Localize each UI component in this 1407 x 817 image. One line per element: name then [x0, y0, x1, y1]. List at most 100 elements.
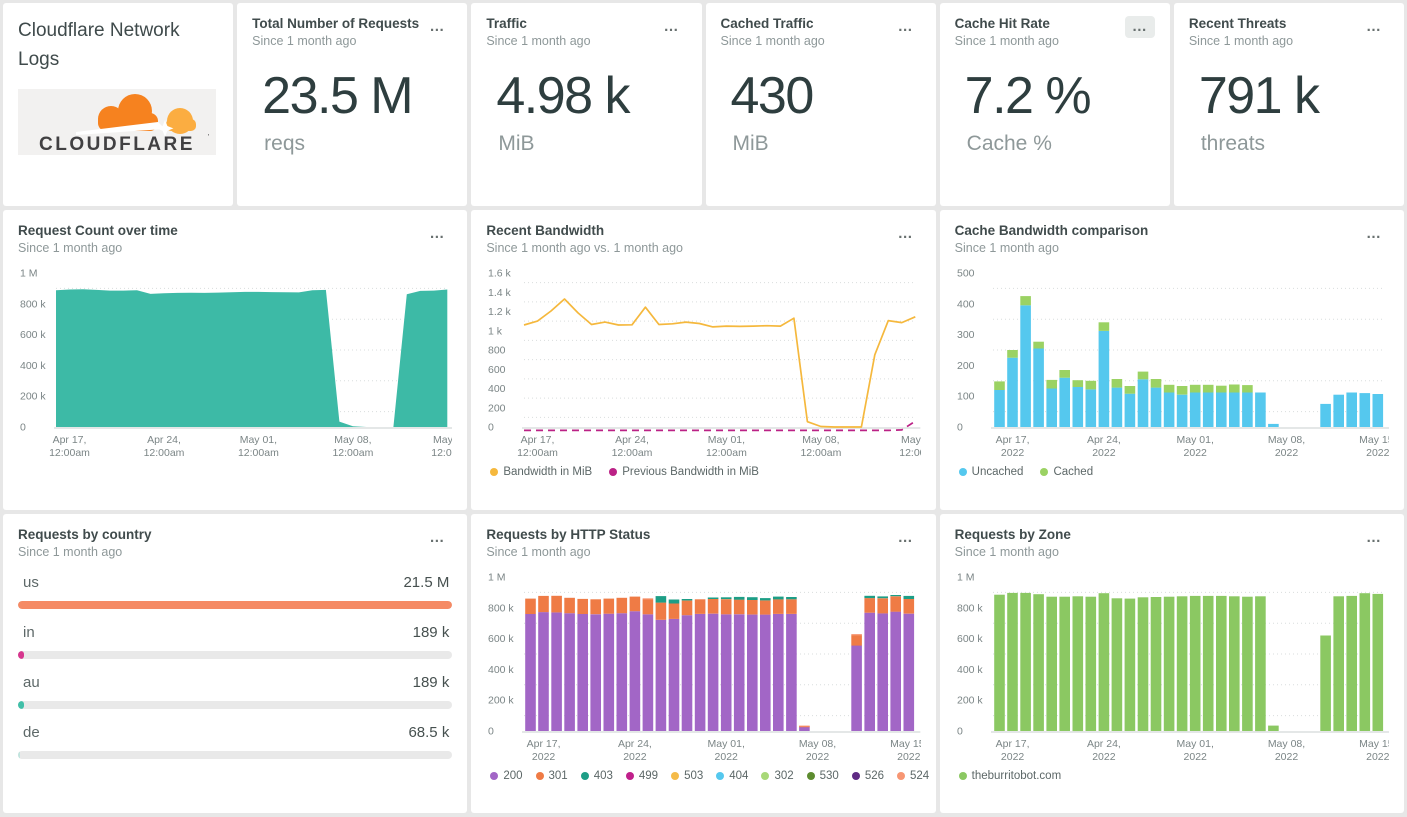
legend-item[interactable]: Previous Bandwidth in MiB: [609, 466, 759, 478]
svg-text:2022: 2022: [1366, 447, 1389, 459]
more-menu-icon[interactable]: …: [891, 223, 921, 245]
card-title: Cache Hit Rate: [954, 16, 1050, 31]
card-title: Cache Bandwidth comparison: [954, 223, 1149, 238]
svg-text:May 01,: May 01,: [240, 434, 277, 446]
svg-text:0: 0: [488, 422, 494, 434]
stat-value: 7.2 %: [964, 67, 1092, 125]
svg-text:400 k: 400 k: [488, 664, 514, 676]
svg-text:May 08,: May 08,: [1267, 434, 1304, 446]
card-cached-traffic: Cached Traffic Since 1 month ago … 430 M…: [705, 3, 936, 206]
chart-legend: Uncached Cached: [955, 466, 1389, 478]
svg-text:1.4 k: 1.4 k: [488, 287, 512, 299]
card-traffic: Traffic Since 1 month ago … 4.98 k MiB: [471, 3, 702, 206]
svg-text:Apr 17,: Apr 17,: [521, 434, 555, 446]
svg-text:12:00am: 12:00am: [517, 447, 558, 459]
legend-label: theburritobot.com: [971, 770, 1062, 782]
cloudflare-logo: CLOUDFLARE ': [18, 88, 216, 155]
more-menu-icon[interactable]: …: [1359, 16, 1389, 38]
legend-item[interactable]: 302: [761, 770, 794, 782]
legend-item[interactable]: Uncached: [958, 466, 1023, 478]
svg-text:2022: 2022: [1366, 751, 1389, 763]
more-menu-icon[interactable]: …: [1359, 527, 1389, 549]
svg-text:May 01,: May 01,: [1176, 738, 1213, 750]
svg-text:0: 0: [20, 422, 26, 434]
legend-item[interactable]: Bandwidth in MiB: [490, 466, 592, 478]
svg-text:800 k: 800 k: [488, 602, 514, 614]
more-menu-icon[interactable]: …: [891, 527, 921, 549]
legend-item[interactable]: 526: [851, 770, 884, 782]
card-subtitle: Since 1 month ago: [486, 34, 591, 48]
more-menu-icon[interactable]: …: [1124, 16, 1155, 38]
svg-text:1.2 k: 1.2 k: [488, 306, 512, 318]
country-row: us 21.5 M: [18, 574, 453, 609]
svg-text:1 M: 1 M: [488, 572, 506, 584]
card-recent-bandwidth: Recent Bandwidth Since 1 month ago vs. 1…: [471, 210, 936, 510]
svg-text:Apr 24,: Apr 24,: [1087, 434, 1121, 446]
card-recent-threats: Recent Threats Since 1 month ago … 791 k…: [1173, 3, 1404, 206]
legend-label: 499: [638, 770, 659, 782]
chart-legend: theburritobot.com: [955, 770, 1389, 782]
cache-bandwidth-bar-chart[interactable]: 0100200300400500Apr 17,2022Apr 24,2022Ma…: [955, 259, 1389, 464]
zone-bar-chart[interactable]: 0200 k400 k600 k800 k1 MApr 17,2022Apr 2…: [955, 563, 1389, 768]
legend-item[interactable]: 301: [535, 770, 568, 782]
svg-text:May 01,: May 01,: [708, 738, 745, 750]
legend-dot-icon: [761, 772, 770, 780]
more-menu-icon[interactable]: …: [1359, 223, 1389, 245]
country-row: de 68.5 k: [18, 724, 453, 759]
card-cache-hit-rate: Cache Hit Rate Since 1 month ago … 7.2 %…: [939, 3, 1170, 206]
svg-text:Apr 17,: Apr 17,: [995, 434, 1029, 446]
svg-text:May 08,: May 08,: [1267, 738, 1304, 750]
stat-unit: MiB: [732, 132, 769, 155]
card-title: Requests by HTTP Status: [486, 527, 651, 542]
svg-text:2022: 2022: [624, 751, 648, 763]
card-subtitle: Since 1 month ago: [954, 34, 1059, 48]
legend-item[interactable]: 524: [897, 770, 929, 782]
more-menu-icon[interactable]: …: [657, 16, 687, 38]
legend-item[interactable]: Cached: [1040, 466, 1093, 478]
svg-text:1 M: 1 M: [957, 572, 975, 584]
more-menu-icon[interactable]: …: [422, 16, 452, 38]
svg-text:400: 400: [488, 383, 506, 395]
country-value: 68.5 k: [408, 724, 450, 741]
stat-unit: reqs: [264, 132, 306, 155]
country-value: 189 k: [412, 624, 450, 641]
legend-item[interactable]: 403: [580, 770, 613, 782]
legend-item[interactable]: theburritobot.com: [958, 770, 1062, 782]
more-menu-icon[interactable]: …: [891, 16, 921, 38]
legend-label: Previous Bandwidth in MiB: [622, 466, 759, 478]
card-title: Request Count over time: [18, 223, 178, 238]
more-menu-icon[interactable]: …: [422, 527, 452, 549]
request-count-area-chart[interactable]: 0200 k400 k600 k800 k1 MApr 17,12:00amAp…: [18, 259, 453, 464]
card-subtitle: Since 1 month ago: [18, 241, 123, 255]
country-label: in: [23, 624, 35, 641]
country-bar-fill: [18, 651, 25, 659]
card-title: Requests by country: [18, 527, 152, 542]
svg-text:800 k: 800 k: [20, 298, 46, 310]
svg-text:May 08,: May 08,: [799, 738, 836, 750]
bandwidth-line-chart[interactable]: 02004006008001 k1.2 k1.4 k1.6 kApr 17,12…: [486, 259, 921, 464]
stat-value: 791 k: [1198, 67, 1320, 125]
legend-item[interactable]: 200: [490, 770, 523, 782]
legend-dot-icon: [490, 772, 499, 780]
legend-label: 404: [729, 770, 749, 782]
svg-text:1.6 k: 1.6 k: [488, 268, 512, 280]
country-row: au 189 k: [18, 674, 453, 709]
dashboard-grid: Cloudflare Network Logs CLOUDFLARE ' Tot…: [0, 0, 1407, 817]
country-bar-track: [18, 601, 453, 609]
svg-text:2022: 2022: [1274, 447, 1298, 459]
legend-item[interactable]: 499: [625, 770, 659, 782]
legend-item[interactable]: 404: [716, 770, 748, 782]
svg-text:12:00am: 12:00am: [612, 447, 653, 459]
country-label: us: [23, 574, 39, 591]
more-menu-icon[interactable]: …: [422, 223, 452, 245]
svg-text:12:00am: 12:00am: [238, 447, 279, 459]
legend-label: 200: [503, 770, 523, 782]
legend-dot-icon: [806, 772, 815, 780]
legend-item[interactable]: 503: [671, 770, 703, 782]
legend-label: 403: [593, 770, 613, 782]
http-status-bar-chart[interactable]: 0200 k400 k600 k800 k1 MApr 17,2022Apr 2…: [486, 563, 921, 768]
country-row: in 189 k: [18, 624, 453, 659]
legend-dot-icon: [580, 772, 589, 780]
legend-item[interactable]: 530: [806, 770, 839, 782]
legend-dot-icon: [1040, 468, 1049, 476]
